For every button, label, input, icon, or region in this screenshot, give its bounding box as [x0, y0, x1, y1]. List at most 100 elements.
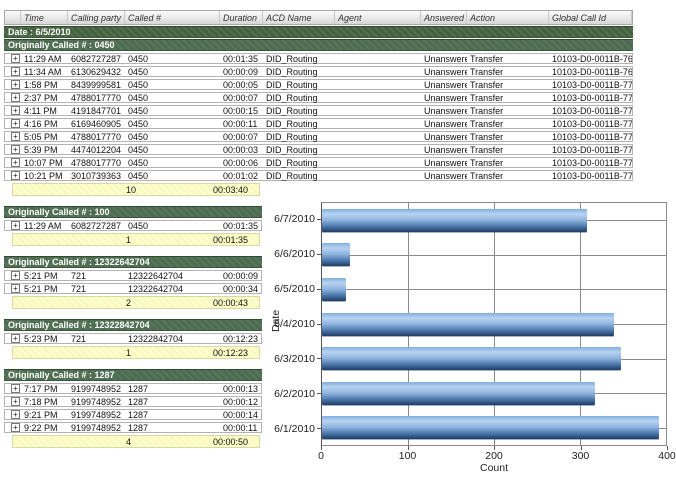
- cell-action: Transfer: [467, 54, 549, 64]
- cell-duration: 00:00:06: [220, 158, 263, 168]
- expand-cell: +: [5, 80, 21, 89]
- cell-time: 7:17 PM: [21, 384, 68, 394]
- cell-answered: Unanswered: [421, 145, 467, 155]
- cell-duration: 00:00:13: [220, 384, 263, 394]
- bar-6/2/2010: [322, 382, 595, 405]
- summary-count: 2: [126, 298, 131, 308]
- expand-icon[interactable]: +: [11, 334, 20, 343]
- cell-global-call-id: 10103-D0-0011B-774: [549, 132, 632, 142]
- cell-called: 0450: [125, 119, 220, 129]
- cell-duration: 00:00:34: [220, 284, 263, 294]
- cell-calling-party: 8439999581: [68, 80, 125, 90]
- expand-cell: +: [5, 158, 21, 167]
- cell-duration: 00:00:07: [220, 132, 263, 142]
- cell-duration: 00:00:12: [220, 397, 263, 407]
- column-header-time[interactable]: Time: [21, 11, 68, 24]
- cell-called: 0450: [125, 80, 220, 90]
- cell-action: Transfer: [467, 67, 549, 77]
- cell-global-call-id: 10103-D0-0011B-771: [549, 93, 632, 103]
- y-tick-label: 6/7/2010: [280, 202, 321, 237]
- call-group: Originally Called # : 1287+7:17 PM919974…: [4, 369, 264, 448]
- cell-duration: 00:00:14: [220, 410, 263, 420]
- cell-duration: 00:00:07: [220, 93, 263, 103]
- column-header-calling-party[interactable]: Calling party #: [68, 11, 125, 24]
- expand-icon[interactable]: +: [11, 221, 20, 230]
- summary-duration: 00:00:43: [213, 298, 248, 308]
- cell-called: 0450: [125, 93, 220, 103]
- table-row: +5:21 PM7211232264270400:00:09: [4, 270, 262, 281]
- expand-icon[interactable]: +: [11, 119, 20, 128]
- cell-time: 7:18 PM: [21, 397, 68, 407]
- cell-called: 0450: [125, 67, 220, 77]
- cell-time: 5:23 PM: [21, 334, 68, 344]
- cell-answered: Unanswered: [421, 80, 467, 90]
- column-header-acd-name[interactable]: ACD Name: [263, 11, 335, 24]
- cell-called: 0450: [125, 54, 220, 64]
- cell-time: 5:05 PM: [21, 132, 68, 142]
- column-header-duration[interactable]: Duration: [220, 11, 263, 24]
- cell-calling-party: 6130629432: [68, 67, 125, 77]
- expand-cell: +: [5, 397, 21, 406]
- expand-icon[interactable]: +: [11, 80, 20, 89]
- expand-icon[interactable]: +: [11, 384, 20, 393]
- cell-acd-name: DID_Routing: [263, 171, 335, 181]
- cell-answered: Unanswered: [421, 67, 467, 77]
- column-header-action[interactable]: Action: [467, 11, 549, 24]
- column-header-global-call-id[interactable]: Global Call Id: [549, 11, 632, 24]
- cell-global-call-id: 10103-D0-0011B-770: [549, 80, 632, 90]
- expand-icon[interactable]: +: [11, 132, 20, 141]
- y-tick-text: 6/7/2010: [274, 213, 315, 225]
- cell-time: 11:34 AM: [21, 67, 68, 77]
- cell-called: 12322642704: [125, 284, 220, 294]
- expand-icon[interactable]: +: [11, 271, 20, 280]
- call-report-screen: TimeCalling party #Called #DurationACD N…: [0, 0, 676, 485]
- y-tick-label: 6/5/2010: [280, 272, 321, 307]
- table-row: +5:23 PM7211232284270400:12:23: [4, 333, 262, 344]
- cell-answered: Unanswered: [421, 106, 467, 116]
- cell-duration: 00:01:35: [220, 221, 263, 231]
- cell-answered: Unanswered: [421, 158, 467, 168]
- cell-calling-party: 9199748952: [68, 410, 125, 420]
- column-header-called[interactable]: Called #: [125, 11, 220, 24]
- cell-acd-name: DID_Routing: [263, 132, 335, 142]
- column-header-agent[interactable]: Agent: [335, 11, 421, 24]
- cell-acd-name: DID_Routing: [263, 54, 335, 64]
- group-summary-row: 100:01:35: [12, 233, 260, 246]
- bar-6/1/2010: [322, 416, 659, 439]
- expand-icon[interactable]: +: [11, 423, 20, 432]
- cell-calling-party: 721: [68, 284, 125, 294]
- cell-action: Transfer: [467, 119, 549, 129]
- expand-icon[interactable]: +: [11, 93, 20, 102]
- x-tick-label: 200: [485, 450, 503, 462]
- cell-action: Transfer: [467, 80, 549, 90]
- expand-icon[interactable]: +: [11, 410, 20, 419]
- cell-acd-name: DID_Routing: [263, 119, 335, 129]
- cell-time: 10:07 PM: [21, 158, 68, 168]
- cell-calling-party: 6169460905: [68, 119, 125, 129]
- cell-called: 12322642704: [125, 271, 220, 281]
- cell-duration: 00:00:05: [220, 80, 263, 90]
- expand-icon[interactable]: +: [11, 67, 20, 76]
- expand-icon[interactable]: +: [11, 284, 20, 293]
- cell-calling-party: 4191847701: [68, 106, 125, 116]
- expand-icon[interactable]: +: [11, 397, 20, 406]
- cell-calling-party: 9199748952: [68, 384, 125, 394]
- expand-icon[interactable]: +: [11, 145, 20, 154]
- cell-duration: 00:00:09: [220, 271, 263, 281]
- expand-icon[interactable]: +: [11, 54, 20, 63]
- group-summary-row: 1000:03:40: [12, 183, 260, 196]
- expand-icon[interactable]: +: [11, 158, 20, 167]
- expand-icon[interactable]: +: [11, 106, 20, 115]
- cell-calling-party: 6082727287: [68, 54, 125, 64]
- cell-global-call-id: 10103-D0-0011B-77E: [549, 158, 632, 168]
- expand-icon[interactable]: +: [11, 171, 20, 180]
- cell-duration: 00:12:23: [220, 334, 263, 344]
- cell-answered: Unanswered: [421, 93, 467, 103]
- cell-action: Transfer: [467, 132, 549, 142]
- cell-answered: Unanswered: [421, 54, 467, 64]
- table-row: +5:21 PM7211232264270400:00:34: [4, 283, 262, 294]
- column-header-answered[interactable]: Answered: [421, 11, 467, 24]
- table-row: +11:29 AM6082727287045000:01:35DID_Routi…: [4, 53, 633, 64]
- cell-action: Transfer: [467, 106, 549, 116]
- expand-cell: +: [5, 271, 21, 280]
